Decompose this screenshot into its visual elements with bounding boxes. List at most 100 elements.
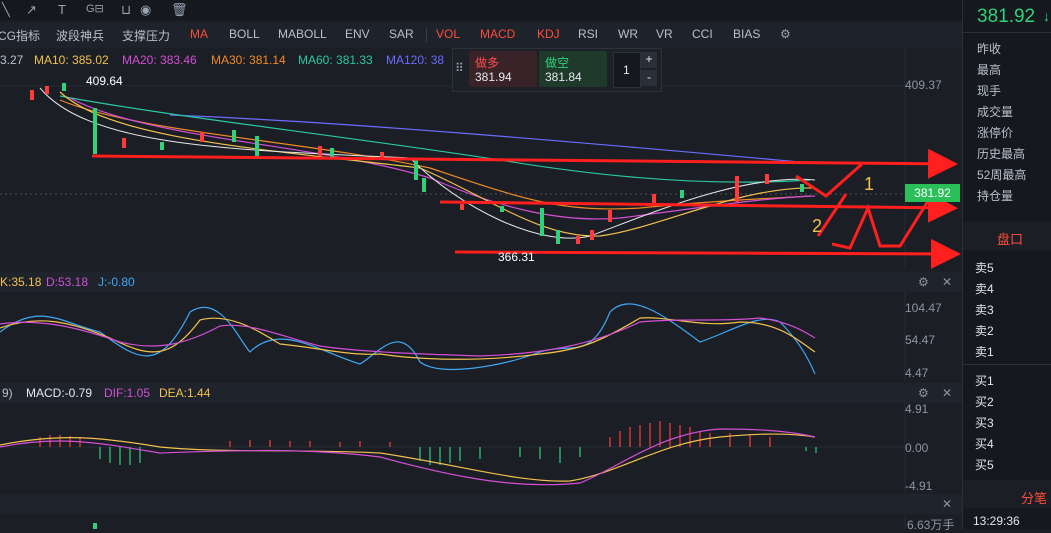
- last-price: 381.92: [977, 6, 1036, 27]
- tab-vr[interactable]: VR: [656, 27, 673, 41]
- order-book-tab[interactable]: 盘口: [963, 222, 1051, 250]
- macd-axis-top: 4.91: [905, 402, 929, 416]
- bid-3: 买3: [975, 416, 994, 430]
- tab-rsi[interactable]: RSI: [578, 27, 598, 41]
- eye-icon[interactable]: ◉: [140, 2, 151, 18]
- qty-minus-button[interactable]: -: [641, 70, 657, 86]
- macd-axis-mid: 0.00: [905, 441, 929, 455]
- ask-4: 卖4: [975, 282, 994, 296]
- down-arrow-icon: ↓: [1043, 8, 1050, 24]
- tab-boll[interactable]: BOLL: [229, 27, 260, 41]
- short-button[interactable]: 做空 381.84: [539, 51, 607, 87]
- ask-2: 卖2: [975, 324, 994, 338]
- ask-5: 卖5: [975, 261, 994, 275]
- tab-macd[interactable]: MACD: [480, 27, 515, 41]
- line-tool-icon[interactable]: ╲: [2, 2, 10, 18]
- close-icon[interactable]: ✕: [942, 275, 952, 289]
- drawing-toolbar: ╲ ↗ T G⊟ ⊔ ◉ 🗑: [0, 0, 962, 20]
- tab-support[interactable]: 支撑压力: [122, 27, 170, 44]
- macd-value: MACD:-0.79: [26, 386, 93, 400]
- magnet-tool-icon[interactable]: ⊔: [121, 2, 131, 18]
- open-interest-label: 持仓量: [977, 189, 1014, 203]
- trades-title: 分笔: [1021, 491, 1048, 506]
- macd-dea: DEA:1.44: [159, 386, 211, 400]
- trade-time: 13:29:36: [973, 514, 1020, 528]
- tab-cci[interactable]: CCI: [692, 27, 713, 41]
- tab-bias[interactable]: BIAS: [733, 27, 760, 41]
- close-icon[interactable]: ✕: [942, 386, 952, 400]
- qty-input[interactable]: 1: [613, 52, 641, 88]
- tab-band[interactable]: 波段神兵: [56, 27, 104, 44]
- annotation-arrows: [91, 148, 961, 269]
- macd-chart[interactable]: 4.91 0.00 -4.91: [0, 402, 962, 493]
- tab-wr[interactable]: WR: [618, 27, 638, 41]
- tab-env[interactable]: ENV: [345, 27, 370, 41]
- gear-icon[interactable]: ⚙: [918, 275, 929, 289]
- mark-2: 2: [812, 216, 823, 236]
- kdj-axis-top: 104.47: [905, 301, 942, 315]
- long-price: 381.94: [475, 70, 512, 84]
- kdj-header: K:35.18 D:53.18 J:-0.80 ⚙ ✕: [0, 272, 962, 292]
- text-tool-icon[interactable]: T: [58, 2, 66, 17]
- ma30-value: MA30: 381.14: [211, 53, 286, 67]
- bid-1: 买1: [975, 374, 994, 388]
- ma5-value: 3.27: [0, 53, 24, 67]
- kdj-d: D:53.18: [46, 275, 89, 289]
- grid-tool-icon[interactable]: G⊟: [86, 2, 104, 15]
- tab-cg[interactable]: CG指标: [0, 27, 40, 44]
- divider: [426, 28, 427, 42]
- tab-sar[interactable]: SAR: [389, 27, 414, 41]
- short-label: 做空: [545, 56, 570, 70]
- ma60-value: MA60: 381.33: [298, 53, 373, 67]
- macd-dif: DIF:1.05: [104, 386, 151, 400]
- tab-maboll[interactable]: MABOLL: [278, 27, 327, 41]
- quick-trade-box: ⠿ 做多 381.94 做空 381.84 1 + -: [452, 48, 662, 92]
- kdj-k: K:35.18: [0, 275, 42, 289]
- last-volume-label: 现手: [977, 84, 1002, 98]
- all-time-high-label: 历史最高: [977, 147, 1026, 161]
- mark-1: 1: [864, 174, 875, 194]
- bid-2: 买2: [975, 395, 994, 409]
- high-label: 最高: [977, 63, 1002, 77]
- tab-vol[interactable]: VOL: [436, 27, 460, 41]
- long-button[interactable]: 做多 381.94: [469, 51, 537, 87]
- macd-axis-bottom: -4.91: [905, 479, 933, 493]
- limit-up-label: 涨停价: [977, 126, 1014, 140]
- prev-close-label: 昨收: [977, 42, 1002, 56]
- 52w-high-label: 52周最高: [977, 168, 1027, 182]
- qty-plus-button[interactable]: +: [641, 52, 657, 68]
- short-price: 381.84: [545, 70, 582, 84]
- vol-chart[interactable]: 6.63万手: [0, 514, 962, 532]
- bid-4: 买4: [975, 437, 994, 451]
- kdj-axis-bottom: 4.47: [905, 366, 929, 380]
- gear-icon[interactable]: ⚙: [918, 386, 929, 400]
- tab-ma[interactable]: MA: [190, 27, 208, 41]
- low-label: 366.31: [498, 250, 535, 264]
- gear-icon[interactable]: ⚙: [780, 27, 791, 41]
- ma30-line: [59, 99, 811, 210]
- candles: [30, 83, 804, 244]
- kdj-axis-mid: 54.47: [905, 333, 936, 347]
- close-icon[interactable]: ✕: [942, 497, 952, 511]
- drag-handle-icon[interactable]: ⠿: [455, 61, 464, 75]
- order-book-title: 盘口: [997, 232, 1024, 247]
- kdj-j: J:-0.80: [98, 275, 135, 289]
- ma20-value: MA20: 383.46: [122, 53, 197, 67]
- long-label: 做多: [475, 56, 500, 70]
- kdj-chart[interactable]: 104.47 54.47 4.47: [0, 292, 962, 380]
- ask-1: 卖1: [975, 345, 994, 359]
- macd-param: 9): [2, 386, 13, 400]
- bid-5: 买5: [975, 458, 994, 472]
- ma120-value: MA120: 38: [386, 53, 445, 67]
- trades-tab[interactable]: 分笔: [963, 480, 1051, 508]
- trash-icon[interactable]: 🗑: [171, 2, 188, 18]
- qty-value: 1: [623, 63, 630, 77]
- ma120-line: [169, 114, 801, 163]
- vol-header: ✕: [0, 494, 962, 514]
- ma10-value: MA10: 385.02: [34, 53, 109, 67]
- axis-top-label: 409.37: [905, 78, 942, 92]
- vol-axis-top: 6.63万手: [907, 518, 955, 532]
- tab-kdj[interactable]: KDJ: [537, 27, 560, 41]
- ray-tool-icon[interactable]: ↗: [26, 2, 37, 18]
- indicator-tabs: CG指标 波段神兵 支撑压力 MA BOLL MABOLL ENV SAR VO…: [0, 22, 962, 48]
